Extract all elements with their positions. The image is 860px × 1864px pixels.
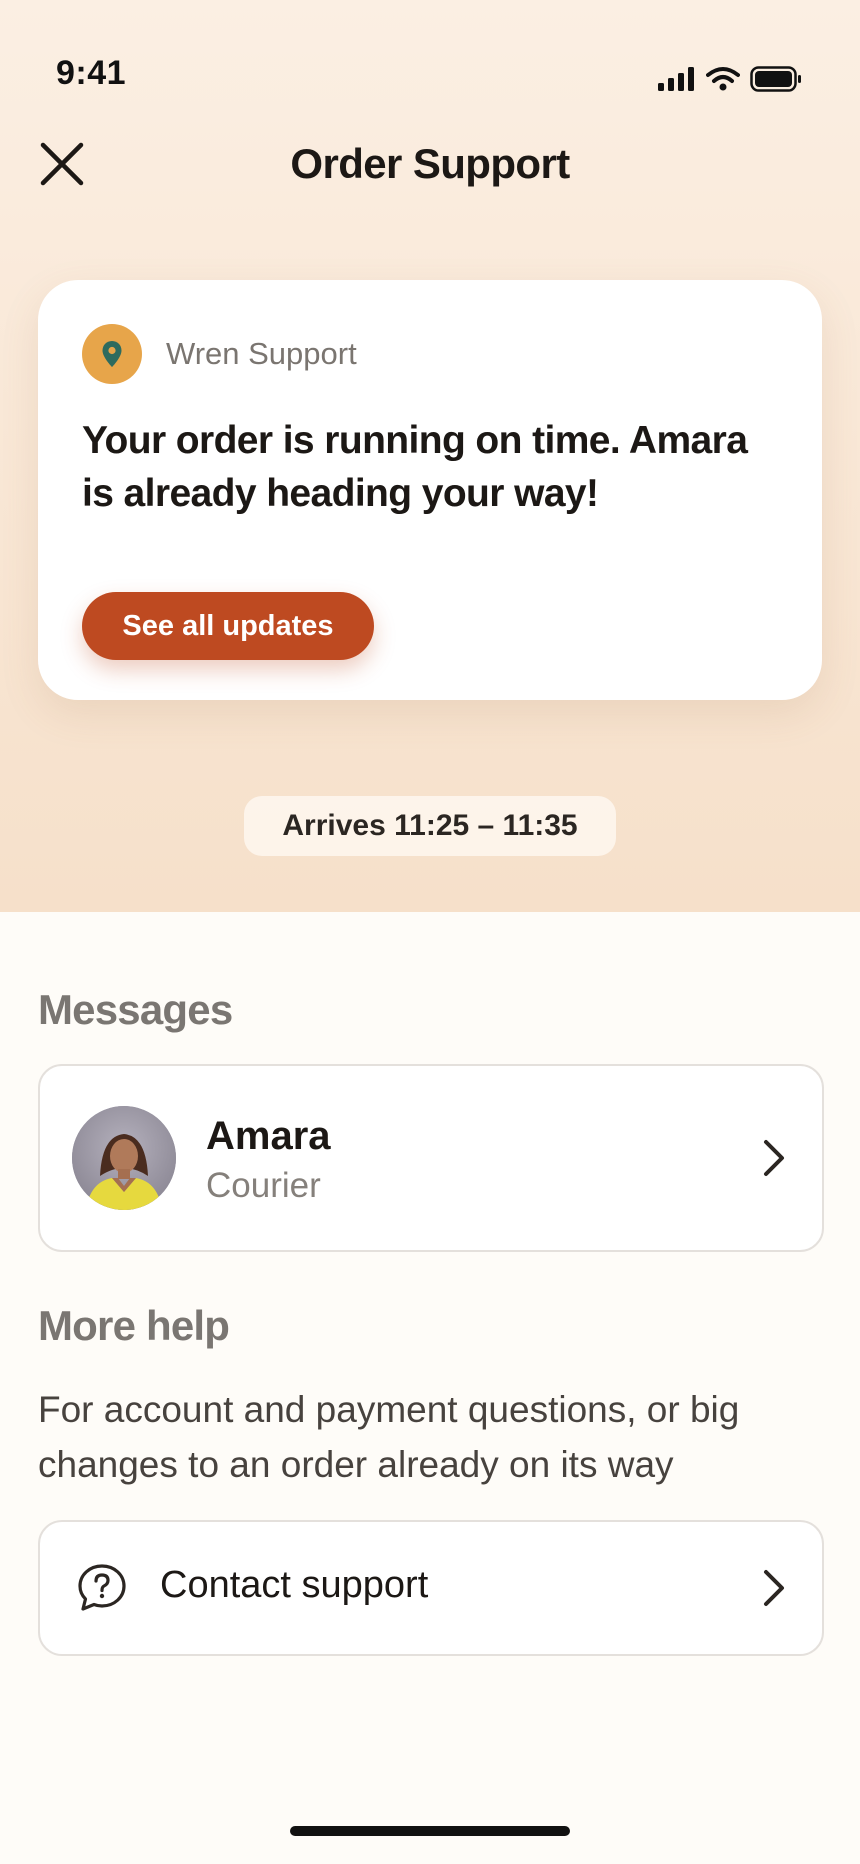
see-all-updates-button[interactable]: See all updates [82,592,374,660]
avatar [72,1106,176,1210]
location-pin-icon [102,341,122,367]
cellular-signal-icon [658,67,694,91]
courier-portrait [72,1106,176,1210]
sender-avatar [82,324,142,384]
courier-role: Courier [206,1166,321,1205]
chevron-right-icon [756,1134,792,1182]
update-message: Your order is running on time. Amara is … [82,419,748,515]
order-update-card: Wren Support Your order is running on ti… [38,280,822,700]
home-indicator[interactable] [290,1826,570,1836]
courier-name: Amara [206,1114,331,1158]
wifi-icon [706,67,740,91]
arrival-time-pill: Arrives 11:25 – 11:35 [244,796,616,856]
courier-message-thread[interactable]: Amara Courier [38,1064,824,1252]
card-sender: Wren Support [82,324,357,384]
order-status-header-area: 9:41 Order Support Wren Support Your ord… [0,0,860,912]
contact-support-label: Contact support [160,1564,429,1606]
sender-name: Wren Support [166,336,357,371]
question-chat-icon [78,1564,126,1611]
page-title: Order Support [290,140,570,187]
contact-support-button[interactable]: Contact support [38,1520,824,1656]
more-help-section-title: More help [38,1302,230,1349]
status-bar-time: 9:41 [56,54,127,92]
chevron-right-icon [756,1564,792,1612]
messages-section-title: Messages [38,986,233,1033]
status-bar-icons [658,66,802,92]
more-help-description: For account and payment questions, or bi… [38,1389,740,1485]
battery-icon [750,66,801,92]
